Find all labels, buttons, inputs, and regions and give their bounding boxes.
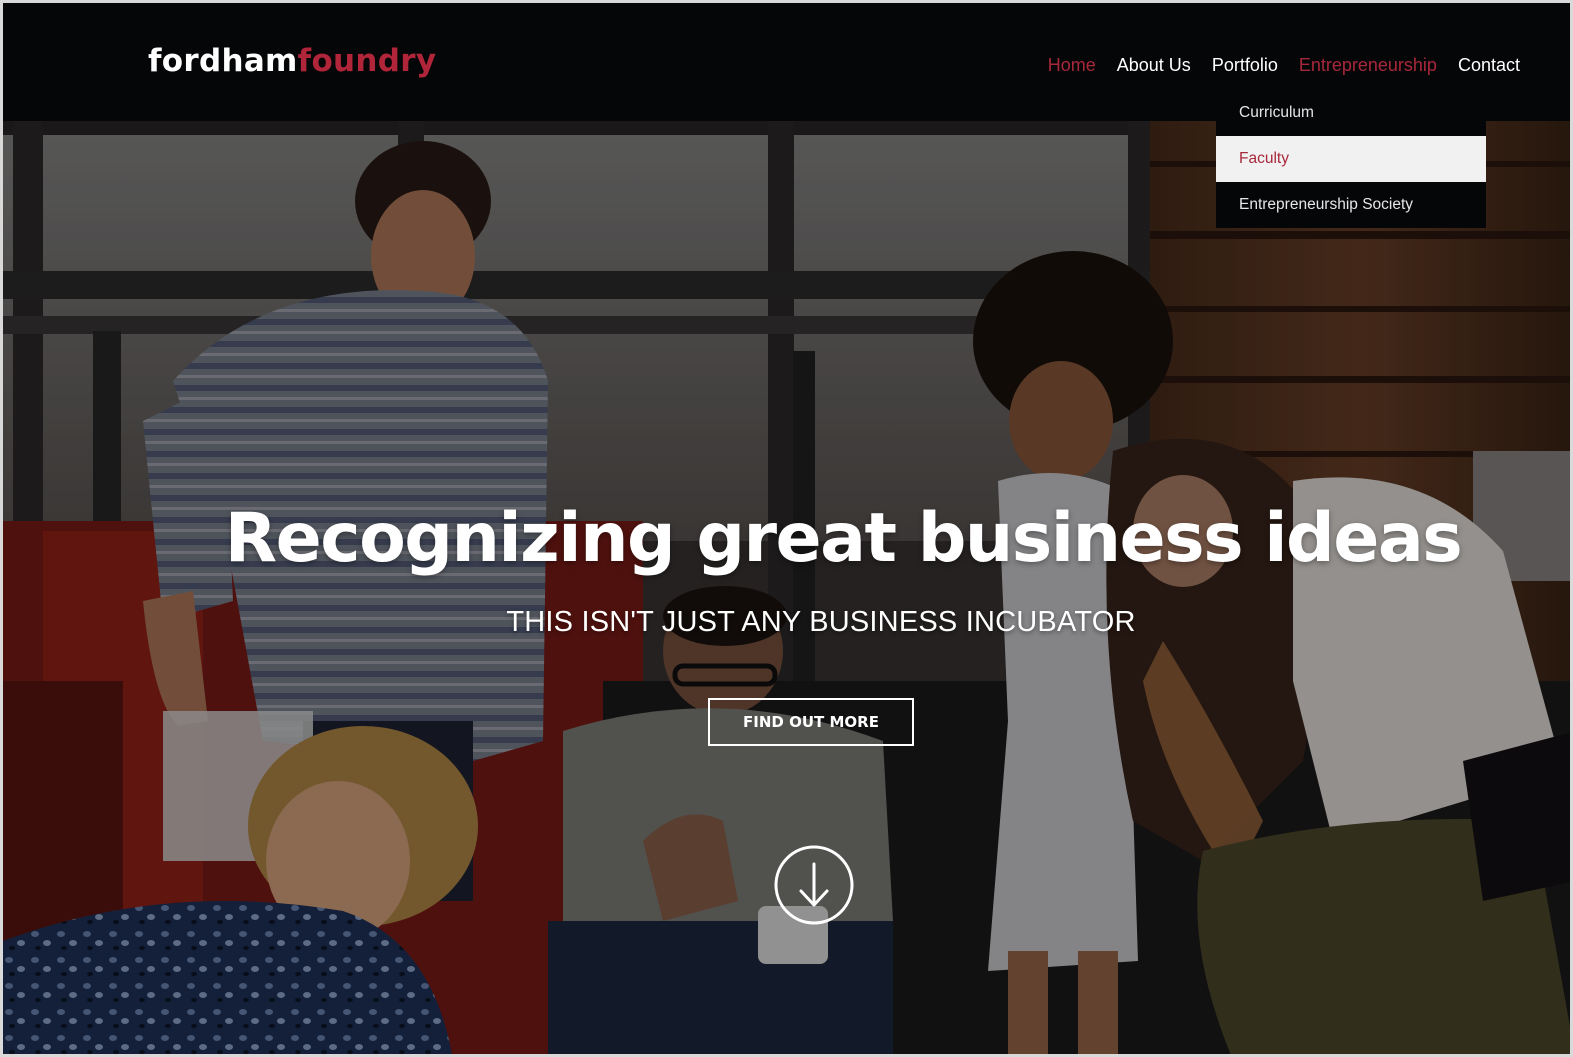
nav-about-link[interactable]: About Us [1117, 55, 1191, 76]
arrow-down-circle-icon[interactable] [773, 844, 855, 926]
nav-portfolio-link[interactable]: Portfolio [1212, 55, 1278, 76]
main-nav: Home About Us Portfolio Entrepreneurship… [1048, 55, 1520, 76]
entrepreneurship-dropdown: Curriculum Faculty Entrepreneurship Soci… [1216, 90, 1486, 228]
nav-home-link[interactable]: Home [1048, 55, 1096, 76]
dropdown-item-entrepreneurship-society[interactable]: Entrepreneurship Society [1216, 182, 1486, 228]
hero-title: Recognizing great business ideas [224, 499, 1463, 578]
nav-entrepreneurship-link[interactable]: Entrepreneurship [1299, 55, 1437, 76]
dropdown-item-faculty[interactable]: Faculty [1216, 136, 1486, 182]
logo-text-foundry: foundry [297, 43, 437, 79]
hero-subtitle: THIS ISN'T JUST ANY BUSINESS INCUBATOR [506, 606, 1136, 638]
dropdown-item-curriculum[interactable]: Curriculum [1216, 90, 1486, 136]
site-logo[interactable]: fordhamfoundry [148, 43, 436, 79]
nav-contact-link[interactable]: Contact [1458, 55, 1520, 76]
browser-viewport: fordhamfoundry Home About Us Portfolio E… [0, 0, 1573, 1057]
find-out-more-button[interactable]: FIND OUT MORE [708, 698, 914, 746]
hero-section: Recognizing great business ideas THIS IS… [3, 121, 1570, 1054]
logo-text-fordham: fordham [148, 43, 298, 79]
